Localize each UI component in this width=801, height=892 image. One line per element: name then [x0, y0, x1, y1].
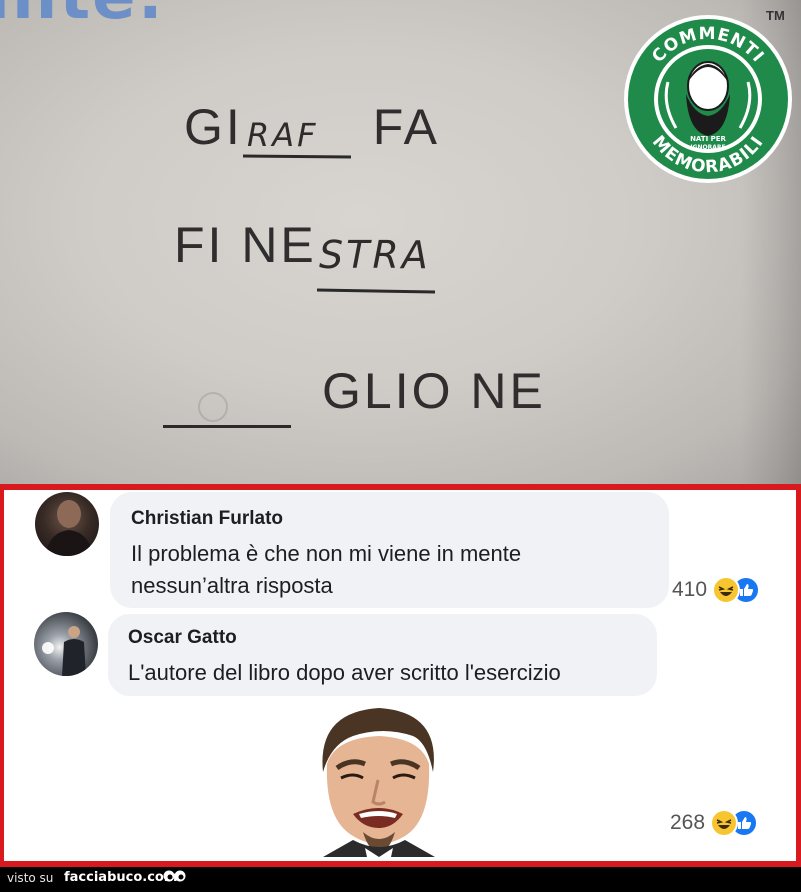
comment-text-line-1: Il problema è che non mi viene in mente	[131, 541, 522, 566]
reaction-count: 410	[672, 578, 708, 601]
comment-author[interactable]: Christian Furlato	[131, 508, 283, 530]
worksheet-line-2: FI NE STRA	[174, 216, 467, 294]
svg-text:IGNORARE: IGNORARE	[690, 144, 725, 151]
reaction-summary[interactable]: 410	[672, 575, 761, 605]
watermark-footer: visto su facciabuco.com	[0, 867, 801, 892]
laughing-meme-sticker[interactable]	[303, 702, 453, 857]
commenti-memorabili-logo: COMMENTI MEMORABILI NATI PER IGNORARE	[624, 15, 792, 183]
handwritten-raf-svg: RAF	[242, 116, 351, 159]
haha-reaction-icon	[710, 809, 739, 837]
svg-text:NATI PER: NATI PER	[690, 135, 726, 143]
blank-answer-line	[163, 425, 291, 428]
footer-prefix: visto su	[7, 871, 54, 885]
svg-text:RAF: RAF	[247, 116, 319, 154]
avatar-photo-icon	[45, 500, 93, 556]
comment-text-line-1: L'autore del libro dopo aver scritto l'e…	[128, 660, 561, 685]
trademark-mark: TM	[766, 8, 785, 23]
avatar-photo-icon	[42, 626, 86, 676]
reaction-count: 268	[670, 811, 706, 834]
avatar[interactable]	[35, 492, 99, 556]
comment-author[interactable]: Oscar Gatto	[128, 627, 237, 649]
worksheet-line-3: GLIO NE	[322, 363, 546, 419]
svg-text:STRA: STRA	[319, 233, 431, 277]
site-link[interactable]: facciabuco.com	[64, 870, 177, 885]
faint-erased-letter	[198, 392, 228, 422]
haha-reaction-icon	[712, 576, 741, 604]
line1-prefix: GI	[184, 99, 243, 155]
handwritten-stra-svg: STRA	[316, 233, 435, 294]
line2-prefix: FI NE	[174, 217, 317, 273]
line1-suffix: FA	[372, 99, 440, 155]
handwritten-answer-2: STRA	[316, 216, 467, 294]
cut-off-heading: nite:	[0, 0, 165, 34]
googly-eyes-icon	[163, 870, 186, 882]
worksheet-line-1: GI RAF FA	[184, 98, 440, 159]
avatar[interactable]	[34, 612, 98, 676]
handwritten-answer-1: RAF	[242, 98, 355, 159]
reaction-summary[interactable]: 268	[670, 808, 759, 838]
comment-text-line-2: nessun’altra risposta	[131, 573, 333, 598]
